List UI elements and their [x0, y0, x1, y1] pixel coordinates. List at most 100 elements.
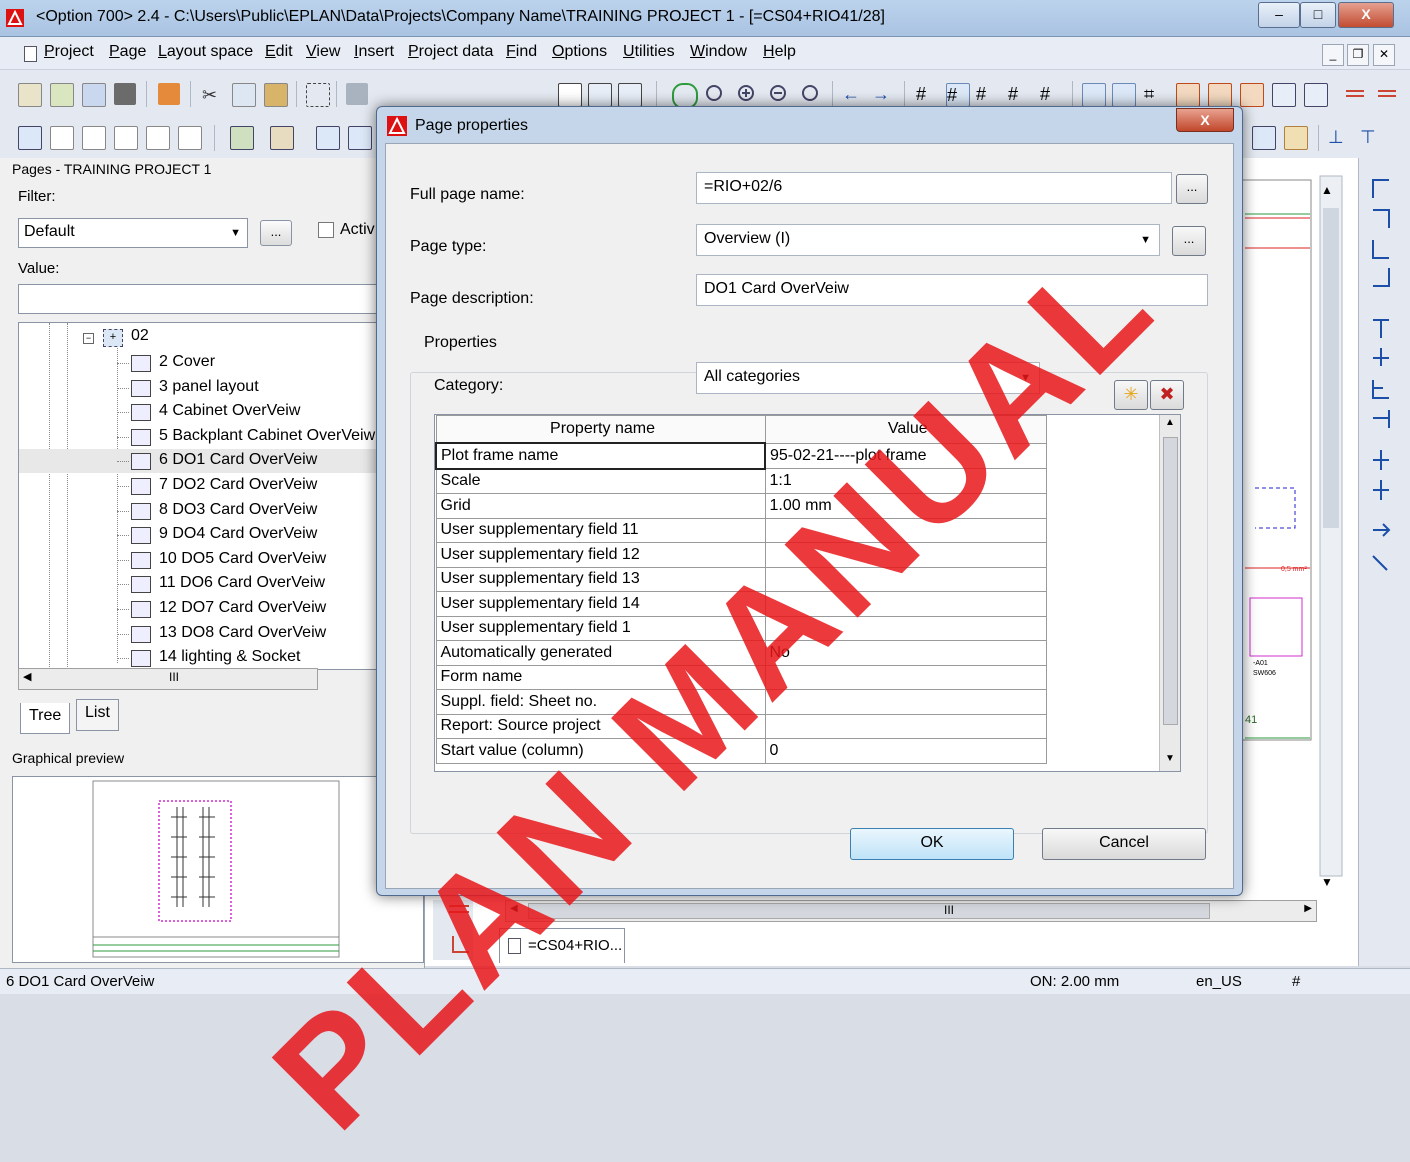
cut-icon[interactable]: ✂ [200, 83, 222, 105]
tree-item-page[interactable]: 12 DO7 Card OverVeiw [19, 597, 407, 621]
tree-item-page[interactable]: 4 Cabinet OverVeiw [19, 400, 407, 424]
zoom-in-icon[interactable] [736, 83, 758, 105]
property-row[interactable]: Plot frame name 95-02-21----plot frame [435, 442, 1047, 470]
property-value[interactable]: No [764, 640, 1047, 666]
mdi-minimize-button[interactable]: _ [1322, 44, 1344, 66]
scroll-left-icon[interactable]: ◀ [510, 903, 518, 914]
dialog-close-button[interactable]: X [1176, 108, 1234, 132]
lines-alt-icon[interactable] [1376, 83, 1398, 105]
property-row[interactable]: User supplementary field 1 [435, 615, 1047, 641]
structure-icon[interactable] [316, 126, 340, 150]
grid-a-icon[interactable]: # [916, 83, 938, 105]
property-row[interactable]: Scale 1:1 [435, 468, 1047, 494]
property-row[interactable]: Form name [435, 664, 1047, 690]
property-name[interactable]: User supplementary field 11 [435, 517, 766, 543]
next-page-icon[interactable] [178, 126, 202, 150]
menu-project-data[interactable]: Project data [408, 43, 493, 61]
property-row[interactable]: Automatically generated No [435, 640, 1047, 666]
snap-toggle-icon[interactable] [1112, 83, 1136, 107]
grid-d-icon[interactable]: # [1008, 83, 1030, 105]
copy-icon[interactable] [232, 83, 256, 107]
property-value[interactable]: 1:1 [764, 468, 1047, 494]
delete-property-button[interactable]: ✖ [1150, 380, 1184, 410]
menu-page[interactable]: Page [109, 43, 146, 61]
property-name[interactable]: User supplementary field 14 [435, 591, 766, 617]
menu-view[interactable]: View [306, 43, 340, 61]
property-value[interactable] [764, 615, 1047, 641]
property-value[interactable] [764, 689, 1047, 715]
connect-icon[interactable]: ⊥ [1328, 126, 1350, 148]
column-header-property-name[interactable]: Property name [435, 415, 766, 444]
insert-macro-icon[interactable] [230, 126, 254, 150]
crosshair-icon[interactable]: ⌗ [1144, 83, 1166, 105]
tree-item-page[interactable]: 6 DO1 Card OverVeiw [19, 449, 407, 474]
structure-alt-icon[interactable] [348, 126, 372, 150]
new-page-icon[interactable] [18, 83, 42, 107]
undo-icon[interactable] [346, 83, 368, 105]
magnet-icon[interactable] [1176, 83, 1200, 107]
property-row[interactable]: User supplementary field 14 [435, 591, 1047, 617]
page-tree[interactable]: − + 02 2 Cover 3 panel layout 4 Cabinet Ov… [18, 322, 408, 670]
new-macro-icon[interactable] [50, 83, 74, 107]
tab-list[interactable]: List [76, 699, 119, 731]
tree-item-page[interactable]: 2 Cover [19, 351, 407, 375]
property-value[interactable] [764, 566, 1047, 592]
page-description-input[interactable]: DO1 Card OverVeiw [696, 274, 1208, 306]
mdi-close-button[interactable]: ✕ [1373, 44, 1395, 66]
maximize-button[interactable]: □ [1300, 2, 1336, 28]
counter-icon[interactable] [1272, 83, 1296, 107]
property-name[interactable]: Report: Source project [435, 713, 766, 739]
insert-device-icon[interactable] [270, 126, 294, 150]
tree-hscrollbar[interactable]: ◀ III [18, 668, 318, 690]
property-name[interactable]: Grid [435, 493, 766, 519]
property-name[interactable]: User supplementary field 13 [435, 566, 766, 592]
value-input[interactable] [18, 284, 400, 314]
property-row[interactable]: User supplementary field 12 [435, 542, 1047, 568]
page-type-dropdown[interactable]: Overview (I) ▼ [696, 224, 1160, 256]
page-type-more-button[interactable]: ... [1172, 226, 1206, 256]
window-icon[interactable] [1304, 83, 1328, 107]
property-value[interactable] [764, 517, 1047, 543]
close-button[interactable]: X [1338, 2, 1394, 28]
page-navigator-icon[interactable] [18, 126, 42, 150]
scroll-right-icon[interactable]: ▶ [1304, 903, 1312, 914]
full-page-name-input[interactable]: =RIO+02/6 [696, 172, 1172, 204]
zoom-out-icon[interactable] [768, 83, 790, 105]
prev-page-icon[interactable] [146, 126, 170, 150]
filter-dropdown[interactable]: Default ▼ [18, 218, 248, 248]
zoom-icon[interactable] [704, 83, 726, 105]
scroll-up-icon[interactable]: ▲ [1165, 417, 1175, 428]
category-dropdown[interactable]: All categories ▼ [696, 362, 1040, 394]
property-value[interactable] [764, 664, 1047, 690]
mdi-restore-button[interactable]: ❐ [1347, 44, 1369, 66]
document-tab[interactable]: =CS04+RIO... [499, 928, 625, 963]
tree-item-page[interactable]: 8 DO3 Card OverVeiw [19, 499, 407, 523]
menu-edit[interactable]: Edit [265, 43, 293, 61]
property-row[interactable]: Grid 1.00 mm [435, 493, 1047, 519]
connect-alt-icon[interactable]: ⊤ [1360, 126, 1382, 148]
property-name[interactable]: Plot frame name [435, 442, 766, 470]
collapse-icon[interactable]: − [83, 333, 94, 344]
tree-item-page[interactable]: 7 DO2 Card OverVeiw [19, 474, 407, 498]
scroll-down-icon[interactable]: ▼ [1165, 753, 1175, 764]
property-row[interactable]: Suppl. field: Sheet no. [435, 689, 1047, 715]
back-arrow-icon[interactable]: ← [842, 83, 864, 105]
tree-item-page[interactable]: 3 panel layout [19, 376, 407, 400]
properties-grid[interactable]: Property name Value Plot frame name 95-02… [434, 414, 1181, 772]
menu-project[interactable]: Project [44, 43, 94, 61]
cancel-button[interactable]: Cancel [1042, 828, 1206, 860]
page-view-icon[interactable] [558, 83, 582, 107]
property-row[interactable]: User supplementary field 13 [435, 566, 1047, 592]
tree-item-page[interactable]: 9 DO4 Card OverVeiw [19, 523, 407, 547]
grid-vscrollbar[interactable]: ▲ ▼ [1159, 415, 1180, 771]
open-project-icon[interactable] [82, 83, 106, 107]
print-icon[interactable] [114, 83, 136, 105]
grid-c-icon[interactable]: # [976, 83, 998, 105]
delete-selection-icon[interactable] [306, 83, 330, 107]
menu-window[interactable]: Window [690, 43, 747, 61]
grid-b-icon[interactable]: # [946, 83, 970, 107]
property-value[interactable]: 95-02-21----plot frame [764, 442, 1047, 469]
property-name[interactable]: Automatically generated [435, 640, 766, 666]
menu-utilities[interactable]: Utilities [623, 43, 675, 61]
canvas-hscrollbar[interactable]: ◀ III ▶ [505, 900, 1317, 922]
